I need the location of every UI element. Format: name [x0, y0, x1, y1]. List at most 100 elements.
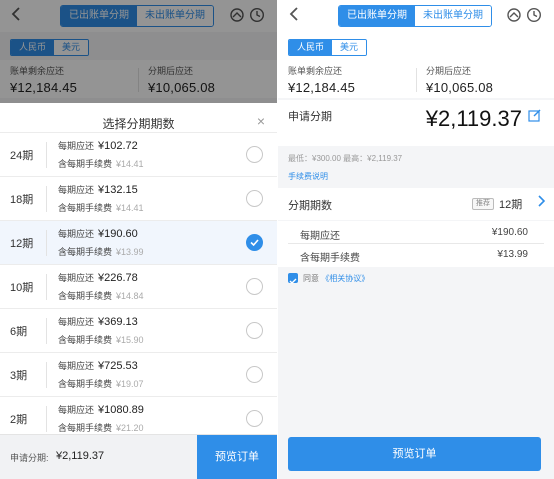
fee-amount: ¥15.90 — [116, 335, 144, 345]
modal-overlay[interactable] — [0, 0, 277, 103]
refresh-icon[interactable] — [506, 7, 522, 23]
fee-amount: ¥13.99 — [116, 247, 144, 257]
edit-icon[interactable] — [528, 108, 542, 122]
per-period-amount: ¥226.78 — [98, 272, 138, 284]
currency-cny[interactable]: 人民币 — [289, 40, 333, 55]
term-option[interactable]: 10期 每期应还 ¥226.78 含每期手续费 ¥14.84 — [0, 264, 277, 308]
close-icon[interactable]: × — [257, 113, 265, 129]
per-period-amount: ¥102.72 — [98, 140, 138, 152]
term-label: 18期 — [10, 194, 34, 206]
term-label: 6期 — [10, 326, 28, 338]
term-option[interactable]: 12期 每期应还 ¥190.60 含每期手续费 ¥13.99 — [0, 220, 277, 264]
divider — [46, 142, 47, 168]
fee-label: 含每期手续费 — [58, 335, 113, 345]
term-label: 24期 — [10, 150, 34, 162]
term-selector-row[interactable]: 分期期数 推荐 12期 — [278, 188, 554, 220]
term-option[interactable]: 6期 每期应还 ¥369.13 含每期手续费 ¥15.90 — [0, 308, 277, 352]
after-label: 分期后应还 — [426, 66, 472, 76]
term-label: 2期 — [10, 414, 28, 426]
per-period-label: 每期应还 — [58, 361, 95, 371]
per-period-amount: ¥1080.89 — [98, 404, 144, 416]
back-icon[interactable] — [288, 6, 304, 26]
per-period-value: ¥190.60 — [491, 227, 528, 238]
left-screen: 已出账单分期 未出账单分期 人民币 美元 账单剩余应还 ¥12,184.45 分… — [0, 0, 277, 479]
fee-amount: ¥14.84 — [116, 291, 144, 301]
term-option[interactable]: 24期 每期应还 ¥102.72 含每期手续费 ¥14.41 — [0, 132, 277, 176]
preview-order-button[interactable]: 预览订单 — [288, 437, 541, 471]
radio-circle-icon[interactable] — [246, 146, 263, 163]
chevron-right-icon[interactable] — [536, 194, 546, 211]
term-option[interactable]: 18期 每期应还 ¥132.15 含每期手续费 ¥14.41 — [0, 176, 277, 220]
per-period-line: 每期应还 ¥190.60 — [58, 227, 138, 240]
per-period-label: 每期应还 — [300, 231, 340, 242]
per-period-label: 每期应还 — [58, 185, 95, 195]
fee-line: 含每期手续费 ¥13.99 — [58, 245, 144, 258]
amount-limits: 最低：¥300.00 最高：¥2,119.37 — [288, 154, 403, 163]
agree-text: 同意 — [303, 274, 319, 283]
fee-label: 含每期手续费 — [300, 253, 360, 264]
agreement-link[interactable]: 《相关协议》 — [321, 274, 369, 283]
apply-label: 申请分期 — [288, 111, 332, 123]
fee-line: 含每期手续费 ¥14.41 — [58, 157, 144, 170]
per-period-label: 每期应还 — [58, 317, 95, 327]
check-circle-icon[interactable] — [246, 234, 263, 251]
divider — [46, 186, 47, 212]
remaining-value: ¥12,184.45 — [288, 80, 356, 95]
radio-circle-icon[interactable] — [246, 410, 263, 427]
fee-label: 含每期手续费 — [58, 203, 113, 213]
apply-amount: ¥2,119.37 — [425, 106, 522, 131]
clock-icon[interactable] — [526, 7, 542, 23]
per-period-amount: ¥369.13 — [98, 316, 138, 328]
per-period-line: 每期应还 ¥226.78 — [58, 271, 138, 284]
fee-amount: ¥21.20 — [116, 423, 144, 433]
per-period-line: 每期应还 ¥369.13 — [58, 315, 138, 328]
fee-label: 含每期手续费 — [58, 159, 113, 169]
agree-checkbox[interactable] — [288, 273, 298, 284]
radio-circle-icon[interactable] — [246, 278, 263, 295]
divider — [46, 318, 47, 344]
term-picker-sheet: 选择分期期数 × 24期 每期应还 ¥102.72 含每期手续费 ¥14.41 18期 每期… — [0, 103, 277, 479]
fee-label: 含每期手续费 — [58, 379, 113, 389]
remaining-block: 账单剩余应还 ¥12,184.45 — [288, 64, 355, 95]
radio-circle-icon[interactable] — [246, 190, 263, 207]
term-label: 3期 — [10, 370, 28, 382]
divider — [288, 243, 544, 244]
fee-amount: ¥14.41 — [116, 159, 144, 169]
apply-amount: ¥2,119.37 — [56, 450, 105, 462]
per-period-line: 每期应还 ¥132.15 — [58, 183, 138, 196]
per-period-line: 每期应还 ¥725.53 — [58, 359, 138, 372]
per-period-label: 每期应还 — [58, 405, 95, 415]
fee-label: 含每期手续费 — [58, 247, 113, 257]
per-period-line: 每期应还 ¥1080.89 — [58, 403, 144, 416]
currency-usd[interactable]: 美元 — [332, 40, 367, 55]
divider — [416, 68, 417, 92]
radio-circle-icon[interactable] — [246, 322, 263, 339]
agree-label: 同意 《相关协议》 — [303, 273, 369, 284]
per-period-line: 每期应还 ¥102.72 — [58, 139, 138, 152]
per-period-amount: ¥725.53 — [98, 360, 138, 372]
tab-unbilled-installment[interactable]: 未出账单分期 — [415, 6, 491, 26]
term-label: 12期 — [10, 238, 34, 250]
radio-circle-icon[interactable] — [246, 366, 263, 383]
fee-explanation-link[interactable]: 手续费说明 — [288, 171, 328, 182]
currency-tabs: 人民币 美元 — [288, 39, 368, 56]
fee-label: 含每期手续费 — [58, 423, 113, 433]
divider — [46, 230, 47, 256]
preview-order-button[interactable]: 预览订单 — [197, 435, 277, 479]
top-bar: 已出账单分期 未出账单分期 — [278, 0, 554, 32]
divider — [46, 406, 47, 432]
fee-line: 含每期手续费 ¥21.20 — [58, 421, 144, 434]
sheet-title: 选择分期期数 — [102, 117, 175, 131]
balance-row: 账单剩余应还 ¥12,184.45 分期后应还 ¥10,065.08 — [278, 60, 554, 98]
fee-amount: ¥19.07 — [116, 379, 144, 389]
after-value: ¥10,065.08 — [426, 80, 494, 95]
term-detail-card: 每期应还 ¥190.60 含每期手续费 ¥13.99 — [278, 221, 554, 267]
fee-line: 含每期手续费 ¥14.41 — [58, 201, 144, 214]
term-label: 10期 — [10, 282, 34, 294]
term-value: 12期 — [499, 199, 523, 211]
term-option[interactable]: 3期 每期应还 ¥725.53 含每期手续费 ¥19.07 — [0, 352, 277, 396]
right-screen: 已出账单分期 未出账单分期 人民币 美元 账单剩余应还 ¥12,184.45 分… — [278, 0, 554, 479]
term-label: 分期期数 — [288, 200, 332, 212]
tab-billed-installment[interactable]: 已出账单分期 — [339, 6, 415, 26]
divider — [46, 362, 47, 388]
